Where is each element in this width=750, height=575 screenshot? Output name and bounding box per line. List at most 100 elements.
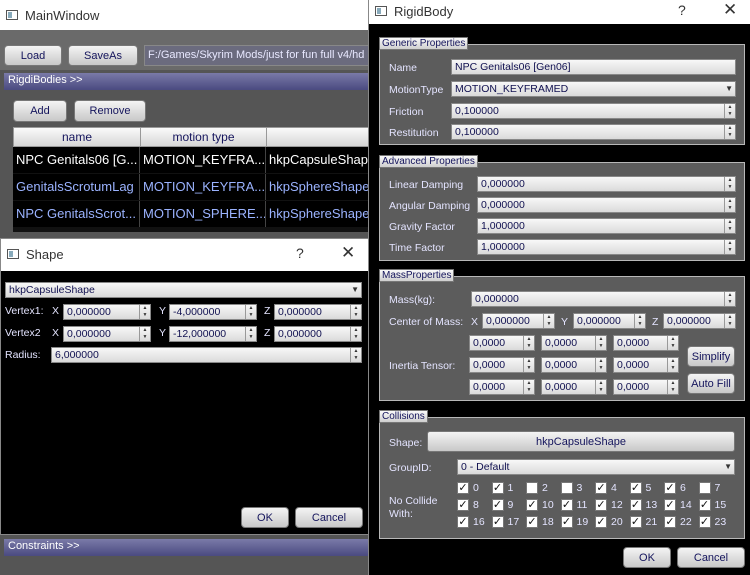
- spin-icon[interactable]: ▲ ▼: [667, 358, 678, 372]
- inertia-tensor-input[interactable]: 0,0000 ▲ ▼: [613, 335, 679, 351]
- spin-icon[interactable]: ▲ ▼: [724, 104, 735, 118]
- cancel-button[interactable]: Cancel: [295, 507, 363, 528]
- gravity-factor-input[interactable]: 1,000000 ▲ ▼: [477, 218, 736, 234]
- no-collide-checkbox-1[interactable]: ✓: [491, 482, 504, 494]
- close-icon[interactable]: ✕: [341, 243, 355, 263]
- friction-input[interactable]: 0,100000 ▲ ▼: [451, 103, 736, 119]
- collision-shape-button[interactable]: hkpCapsuleShape: [427, 431, 735, 452]
- radius-input[interactable]: 6,000000 ▲ ▼: [51, 347, 362, 363]
- inertia-tensor-input[interactable]: 0,0000 ▲ ▼: [613, 379, 679, 395]
- vertex1-x-input[interactable]: 0,000000 ▲ ▼: [63, 304, 151, 320]
- spin-icon[interactable]: ▲ ▼: [724, 292, 735, 306]
- cancel-button[interactable]: Cancel: [677, 547, 745, 568]
- groupid-select[interactable]: 0 - Default ▼: [457, 459, 735, 475]
- inertia-tensor-input[interactable]: 0,0000 ▲ ▼: [541, 335, 607, 351]
- no-collide-checkbox-20[interactable]: ✓: [595, 516, 607, 528]
- no-collide-checkbox-3[interactable]: [560, 482, 573, 494]
- spin-icon[interactable]: ▲ ▼: [724, 125, 735, 139]
- vertex2-y-input[interactable]: -12,000000 ▲ ▼: [169, 326, 257, 342]
- no-collide-checkbox-6[interactable]: ✓: [664, 482, 676, 494]
- spin-icon[interactable]: ▲ ▼: [595, 380, 606, 394]
- inertia-tensor-input[interactable]: 0,0000 ▲ ▼: [613, 357, 679, 373]
- column-header-shape[interactable]: [266, 127, 372, 147]
- inertia-tensor-input[interactable]: 0,0000 ▲ ▼: [541, 379, 607, 395]
- no-collide-checkbox-5[interactable]: ✓: [629, 482, 642, 494]
- no-collide-checkbox-8[interactable]: ✓: [457, 499, 469, 511]
- saveas-button[interactable]: SaveAs: [68, 45, 138, 66]
- inertia-tensor-input[interactable]: 0,0000 ▲ ▼: [541, 357, 607, 373]
- simplify-button[interactable]: Simplify: [687, 346, 735, 367]
- spin-icon[interactable]: ▲ ▼: [667, 336, 678, 350]
- inertia-tensor-input[interactable]: 0,0000 ▲ ▼: [469, 357, 535, 373]
- no-collide-checkbox-10[interactable]: ✓: [526, 499, 538, 511]
- load-button[interactable]: Load: [4, 45, 62, 66]
- spin-icon[interactable]: ▲ ▼: [139, 327, 150, 341]
- inertia-tensor-input[interactable]: 0,0000 ▲ ▼: [469, 379, 535, 395]
- table-row[interactable]: GenitalsScrotumLag MOTION_KEYFRA... hkpS…: [13, 174, 372, 200]
- table-row[interactable]: NPC Genitals06 [G... MOTION_KEYFRA... hk…: [13, 147, 372, 173]
- no-collide-checkbox-16[interactable]: ✓: [457, 516, 469, 528]
- ok-button[interactable]: OK: [623, 547, 671, 568]
- no-collide-checkbox-19[interactable]: ✓: [560, 516, 573, 528]
- spin-icon[interactable]: ▲ ▼: [523, 336, 534, 350]
- help-icon[interactable]: ?: [678, 2, 686, 18]
- remove-button[interactable]: Remove: [74, 100, 146, 122]
- spin-icon[interactable]: ▲ ▼: [139, 305, 150, 319]
- no-collide-checkbox-21[interactable]: ✓: [629, 516, 642, 528]
- no-collide-checkbox-18[interactable]: ✓: [526, 516, 538, 528]
- column-header-name[interactable]: name: [13, 127, 141, 147]
- constraints-toggle[interactable]: Constraints >>: [4, 539, 372, 556]
- no-collide-checkbox-22[interactable]: ✓: [664, 516, 676, 528]
- spin-icon[interactable]: ▲ ▼: [724, 219, 735, 233]
- rigidbody-dialog-titlebar[interactable]: RigidBody ? ✕: [369, 0, 750, 24]
- no-collide-checkbox-0[interactable]: ✓: [457, 482, 469, 494]
- no-collide-checkbox-4[interactable]: ✓: [595, 482, 607, 494]
- auto-fill-button[interactable]: Auto Fill: [687, 373, 735, 394]
- no-collide-checkbox-14[interactable]: ✓: [664, 499, 676, 511]
- name-input[interactable]: NPC Genitals06 [Gen06]: [451, 59, 736, 75]
- help-icon[interactable]: ?: [296, 245, 304, 261]
- vertex2-x-input[interactable]: 0,000000 ▲ ▼: [63, 326, 151, 342]
- spin-icon[interactable]: ▲ ▼: [724, 198, 735, 212]
- motiontype-select[interactable]: MOTION_KEYFRAMED ▼: [451, 81, 736, 97]
- main-window-titlebar[interactable]: MainWindow: [0, 0, 372, 30]
- spin-icon[interactable]: ▲ ▼: [523, 358, 534, 372]
- rigidbodies-toggle[interactable]: RigdiBodies >>: [4, 73, 372, 90]
- table-row[interactable]: NPC GenitalsScrot... MOTION_SPHERE... hk…: [13, 201, 372, 227]
- mass-input[interactable]: 0,000000 ▲ ▼: [471, 291, 736, 307]
- column-header-motion-type[interactable]: motion type: [140, 127, 267, 147]
- spin-icon[interactable]: ▲ ▼: [724, 177, 735, 191]
- time-factor-input[interactable]: 1,000000 ▲ ▼: [477, 239, 736, 255]
- com-x-input[interactable]: 0,000000 ▲ ▼: [482, 313, 555, 329]
- angular-damping-input[interactable]: 0,000000 ▲ ▼: [477, 197, 736, 213]
- no-collide-checkbox-17[interactable]: ✓: [491, 516, 504, 528]
- spin-icon[interactable]: ▲ ▼: [350, 348, 361, 362]
- spin-icon[interactable]: ▲ ▼: [245, 327, 256, 341]
- no-collide-checkbox-2[interactable]: [526, 482, 538, 494]
- ok-button[interactable]: OK: [241, 507, 289, 528]
- no-collide-checkbox-7[interactable]: [698, 482, 711, 494]
- no-collide-checkbox-13[interactable]: ✓: [629, 499, 642, 511]
- linear-damping-input[interactable]: 0,000000 ▲ ▼: [477, 176, 736, 192]
- no-collide-checkbox-11[interactable]: ✓: [560, 499, 573, 511]
- com-y-input[interactable]: 0,000000 ▲ ▼: [573, 313, 646, 329]
- vertex1-z-input[interactable]: 0,000000 ▲ ▼: [274, 304, 362, 320]
- spin-icon[interactable]: ▲ ▼: [595, 336, 606, 350]
- spin-icon[interactable]: ▲ ▼: [595, 358, 606, 372]
- vertex1-y-input[interactable]: -4,000000 ▲ ▼: [169, 304, 257, 320]
- add-button[interactable]: Add: [13, 100, 67, 122]
- no-collide-checkbox-12[interactable]: ✓: [595, 499, 607, 511]
- path-field[interactable]: F:/Games/Skyrim Mods/just for fun full v…: [144, 45, 372, 66]
- spin-icon[interactable]: ▲ ▼: [245, 305, 256, 319]
- spin-icon[interactable]: ▲ ▼: [350, 305, 361, 319]
- no-collide-checkbox-15[interactable]: ✓: [698, 499, 711, 511]
- com-z-input[interactable]: 0,000000 ▲ ▼: [663, 313, 736, 329]
- vertex2-z-input[interactable]: 0,000000 ▲ ▼: [274, 326, 362, 342]
- spin-icon[interactable]: ▲ ▼: [543, 314, 554, 328]
- shape-dialog-titlebar[interactable]: Shape ? ✕: [1, 239, 371, 271]
- spin-icon[interactable]: ▲ ▼: [724, 314, 735, 328]
- no-collide-checkbox-23[interactable]: ✓: [698, 516, 711, 528]
- inertia-tensor-input[interactable]: 0,0000 ▲ ▼: [469, 335, 535, 351]
- close-icon[interactable]: ✕: [723, 0, 737, 20]
- shape-type-select[interactable]: hkpCapsuleShape ▼: [5, 282, 362, 298]
